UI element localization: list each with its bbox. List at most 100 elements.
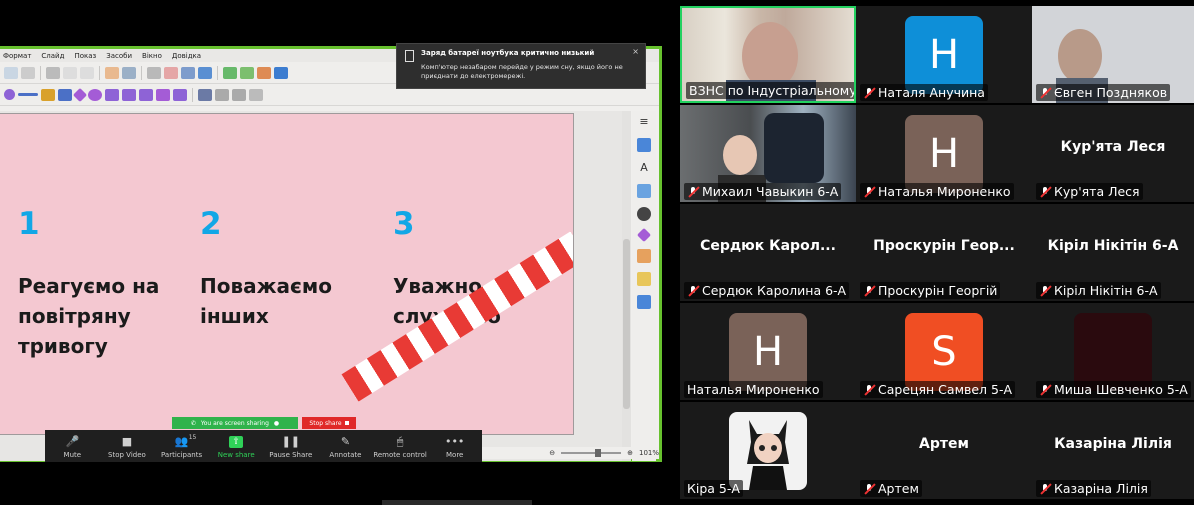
basic-shapes-icon[interactable] bbox=[72, 87, 88, 102]
zoom-slider[interactable] bbox=[561, 449, 622, 457]
muted-microphone-icon bbox=[1039, 384, 1051, 396]
ellipse-icon[interactable] bbox=[4, 89, 15, 100]
styles-icon[interactable]: A bbox=[637, 161, 651, 175]
zoom-in-icon[interactable]: ⊕ bbox=[627, 449, 633, 457]
spellcheck-icon[interactable] bbox=[122, 66, 136, 79]
menu-item[interactable]: Довідка bbox=[172, 52, 201, 60]
participant-name: Михаил Чавыкин 6-А bbox=[702, 184, 839, 199]
align-icon[interactable] bbox=[215, 88, 229, 101]
participant-name: Наталья Мироненко bbox=[878, 184, 1011, 199]
connector-icon[interactable] bbox=[58, 88, 72, 101]
stars-icon[interactable] bbox=[156, 88, 170, 101]
redo-icon[interactable] bbox=[80, 66, 94, 79]
image-icon[interactable] bbox=[198, 66, 212, 79]
participant-tile[interactable]: S Сарецян Самвел 5-А bbox=[856, 303, 1032, 400]
duplicate-slide-icon[interactable] bbox=[240, 66, 254, 79]
flowchart-icon[interactable] bbox=[122, 88, 136, 101]
clear-icon[interactable] bbox=[46, 66, 60, 79]
paste-icon[interactable] bbox=[21, 66, 35, 79]
control-label: Participants bbox=[161, 451, 203, 459]
participant-name: Миша Шевченко 5-А bbox=[1054, 382, 1188, 397]
more-button[interactable]: ••• More bbox=[427, 436, 482, 460]
muted-microphone-icon bbox=[863, 384, 875, 396]
insert-chart-icon[interactable] bbox=[274, 66, 288, 79]
menu-item[interactable]: Засоби bbox=[106, 52, 132, 60]
remote-control-button[interactable]: 🖱 Remote control bbox=[373, 436, 428, 460]
muted-microphone-icon bbox=[863, 87, 875, 99]
participant-tile[interactable]: Михаил Чавыкин 6-А bbox=[680, 105, 856, 202]
participant-tile[interactable]: Сердюк Карол... Сердюк Каролина 6-А bbox=[680, 204, 856, 301]
slide-editing-area[interactable]: 1 2 3 Реагуємо на повітряну тривогу Пова… bbox=[0, 111, 622, 461]
master-slides-icon[interactable] bbox=[637, 295, 651, 309]
block-arrows-icon[interactable] bbox=[105, 88, 119, 101]
table-icon[interactable] bbox=[181, 66, 195, 79]
participant-tile[interactable]: H Наталья Мироненко bbox=[856, 105, 1032, 202]
zoom-level[interactable]: 101% bbox=[639, 449, 659, 457]
snap-grid-icon[interactable] bbox=[164, 66, 178, 79]
animation-icon[interactable] bbox=[637, 272, 651, 286]
participant-name: Проскурін Георгій bbox=[878, 283, 998, 298]
3d-objects-icon[interactable] bbox=[173, 88, 187, 101]
delete-slide-icon[interactable] bbox=[257, 66, 271, 79]
format-paintbrush-icon[interactable] bbox=[105, 66, 119, 79]
annotate-icon: ✎ bbox=[340, 435, 351, 448]
gallery-icon[interactable] bbox=[637, 184, 651, 198]
muted-microphone-icon bbox=[1039, 483, 1051, 495]
annotate-button[interactable]: ✎ Annotate bbox=[318, 435, 373, 460]
participant-tile[interactable]: H Наталья Мироненко bbox=[680, 303, 856, 400]
participants-button[interactable]: 👥 15 Participants bbox=[154, 434, 209, 459]
grid-icon[interactable] bbox=[147, 66, 161, 79]
menu-item[interactable]: Слайд bbox=[41, 52, 64, 60]
current-slide[interactable]: 1 2 3 Реагуємо на повітряну тривогу Пова… bbox=[0, 113, 574, 435]
notification-body: Комп'ютер незабаром перейде у режим сну,… bbox=[421, 63, 623, 80]
callouts-icon[interactable] bbox=[139, 88, 153, 101]
participant-tile[interactable]: Артем Артем bbox=[856, 402, 1032, 499]
symbol-shapes-icon[interactable] bbox=[88, 88, 102, 101]
control-label: Remote control bbox=[373, 451, 427, 459]
battery-icon bbox=[405, 50, 414, 62]
line-arrow-icon[interactable] bbox=[18, 93, 38, 96]
stop-share-label: Stop share bbox=[309, 419, 342, 427]
pause-icon: ❚❚ bbox=[281, 435, 301, 448]
stop-share-button[interactable]: Stop share bbox=[302, 417, 356, 429]
new-slide-icon[interactable] bbox=[223, 66, 237, 79]
mute-button[interactable]: 🎤 Mute bbox=[45, 436, 100, 460]
slide-number-3: 3 bbox=[393, 206, 415, 242]
participant-tile[interactable]: Євген Поздняков bbox=[1032, 6, 1194, 103]
participant-tile[interactable]: Кіра 5-А bbox=[680, 402, 856, 499]
menu-item[interactable]: Вікно bbox=[142, 52, 162, 60]
new-doc-icon[interactable] bbox=[4, 66, 18, 79]
pause-share-button[interactable]: ❚❚ Pause Share bbox=[264, 435, 319, 460]
zoom-out-icon[interactable]: ⊖ bbox=[549, 449, 555, 457]
properties-icon[interactable] bbox=[637, 138, 651, 152]
new-share-button[interactable]: ⇧ New share bbox=[209, 436, 264, 459]
undo-icon[interactable] bbox=[63, 66, 77, 79]
participant-display-name: Артем bbox=[919, 436, 969, 452]
close-icon[interactable]: × bbox=[632, 47, 639, 56]
battery-notification[interactable]: × Заряд батареї ноутбука критично низьки… bbox=[396, 43, 646, 89]
slide-transition-icon[interactable] bbox=[637, 249, 651, 263]
rotate-icon[interactable] bbox=[198, 88, 212, 101]
participant-tile[interactable]: Кур'ята Леся Кур'ята Леся bbox=[1032, 105, 1194, 202]
arrange-icon[interactable] bbox=[232, 88, 246, 101]
distribute-icon[interactable] bbox=[249, 88, 263, 101]
participant-tile[interactable]: Проскурін Геор... Проскурін Георгій bbox=[856, 204, 1032, 301]
vertical-scrollbar[interactable] bbox=[622, 111, 631, 461]
stop-video-button[interactable]: ■ Stop Video bbox=[100, 436, 155, 460]
participant-name: Наталя Анучина bbox=[878, 85, 985, 100]
participant-tile[interactable]: H Наталя Анучина bbox=[856, 6, 1032, 103]
navigator-icon[interactable] bbox=[637, 207, 651, 221]
participant-name-bar: Артем bbox=[860, 480, 922, 497]
participant-tile[interactable]: Миша Шевченко 5-А bbox=[1032, 303, 1194, 400]
menu-icon[interactable]: ≡ bbox=[637, 115, 651, 129]
menu-item[interactable]: Показ bbox=[74, 52, 96, 60]
participant-display-name: Сердюк Карол... bbox=[700, 238, 836, 254]
shapes-icon[interactable] bbox=[636, 227, 652, 243]
curve-icon[interactable] bbox=[41, 88, 55, 101]
participant-tile[interactable]: Казаріна Лілія Казаріна Лілія bbox=[1032, 402, 1194, 499]
avatar: H bbox=[729, 313, 807, 391]
participant-tile[interactable]: ВЗНС по Індустріальному ... bbox=[680, 6, 856, 103]
participant-tile[interactable]: Кіріл Нікітін 6-А Кіріл Нікітін 6-А bbox=[1032, 204, 1194, 301]
menu-item[interactable]: Формат bbox=[3, 52, 31, 60]
control-label: More bbox=[446, 451, 464, 459]
